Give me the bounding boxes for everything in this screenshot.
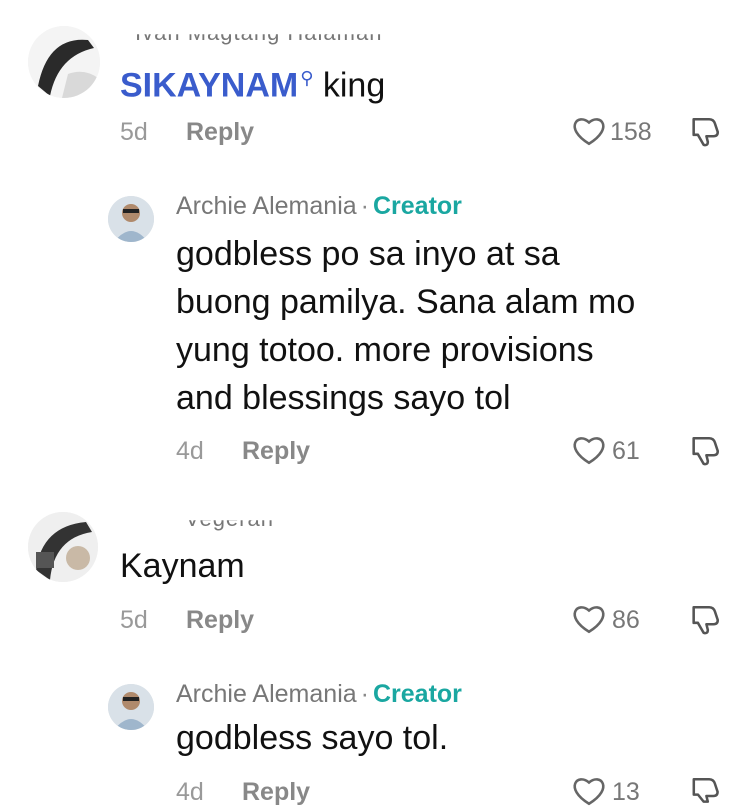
reply-author-line: Archie Alemania · Creator — [176, 192, 462, 221]
mention-link[interactable]: SIKAYNAM — [120, 66, 298, 104]
reply-text: godbless sayo tol. — [176, 714, 448, 762]
thumbs-down-icon — [692, 777, 719, 803]
dislike-button[interactable] — [688, 115, 722, 154]
commenter-name[interactable]: Vegeran — [185, 520, 274, 532]
reply-text-line: godbless sayo tol. — [176, 719, 449, 757]
reply-button[interactable]: Reply — [186, 606, 254, 635]
creator-badge: Creator — [372, 192, 462, 220]
comment-timestamp: 5d — [120, 118, 148, 146]
heart-outline-icon — [573, 778, 605, 806]
reply-text-line: and blessings sayo tol — [176, 379, 511, 417]
creator-badge: Creator — [372, 680, 462, 708]
thumbs-down-icon — [692, 605, 720, 635]
thumbs-down-icon — [692, 117, 720, 147]
dislike-button[interactable] — [688, 775, 722, 808]
heart-outline-icon — [573, 606, 605, 634]
like-button[interactable] — [572, 775, 606, 812]
like-button[interactable] — [572, 603, 606, 640]
like-count: 86 — [612, 606, 640, 634]
reply-timestamp: 4d — [176, 437, 204, 465]
heart-outline-icon — [573, 118, 605, 146]
comment-text: Kaynam — [120, 547, 245, 585]
reply-text: godbless po sa inyo at sa buong pamilya.… — [176, 230, 635, 422]
search-icon: ⚲ — [300, 68, 314, 88]
commenter-avatar[interactable] — [28, 26, 100, 98]
heart-outline-icon — [573, 437, 605, 465]
commenter-avatar[interactable] — [28, 512, 98, 582]
reply-author-name[interactable]: Archie Alemania — [176, 192, 357, 220]
reply-text-line: buong pamilya. Sana alam mo — [176, 283, 636, 321]
dislike-button[interactable] — [688, 434, 722, 473]
dislike-button[interactable] — [688, 603, 722, 642]
thumbs-down-icon — [692, 436, 720, 466]
reply-button[interactable]: Reply — [186, 118, 254, 147]
like-button[interactable] — [572, 434, 606, 471]
reply-author-line: Archie Alemania · Creator — [176, 680, 462, 709]
reply-text-line: yung totoo. more provisions — [176, 331, 594, 369]
comment-timestamp: 5d — [120, 606, 148, 634]
like-count: 61 — [612, 437, 640, 465]
creator-avatar[interactable] — [108, 684, 154, 730]
reply-button[interactable]: Reply — [242, 437, 310, 466]
comment-body: king — [322, 66, 386, 105]
creator-avatar[interactable] — [108, 196, 154, 242]
reply-author-name[interactable]: Archie Alemania — [176, 680, 357, 708]
separator: · — [360, 192, 369, 220]
like-button[interactable] — [572, 115, 606, 152]
comment-text: SIKAYNAM ⚲ king — [120, 54, 385, 109]
reply-text-line: godbless po sa inyo at sa — [176, 235, 560, 273]
like-count: 158 — [610, 118, 652, 146]
commenter-name[interactable]: Ivan Magtang Halaman — [135, 34, 382, 46]
separator: · — [360, 680, 369, 708]
